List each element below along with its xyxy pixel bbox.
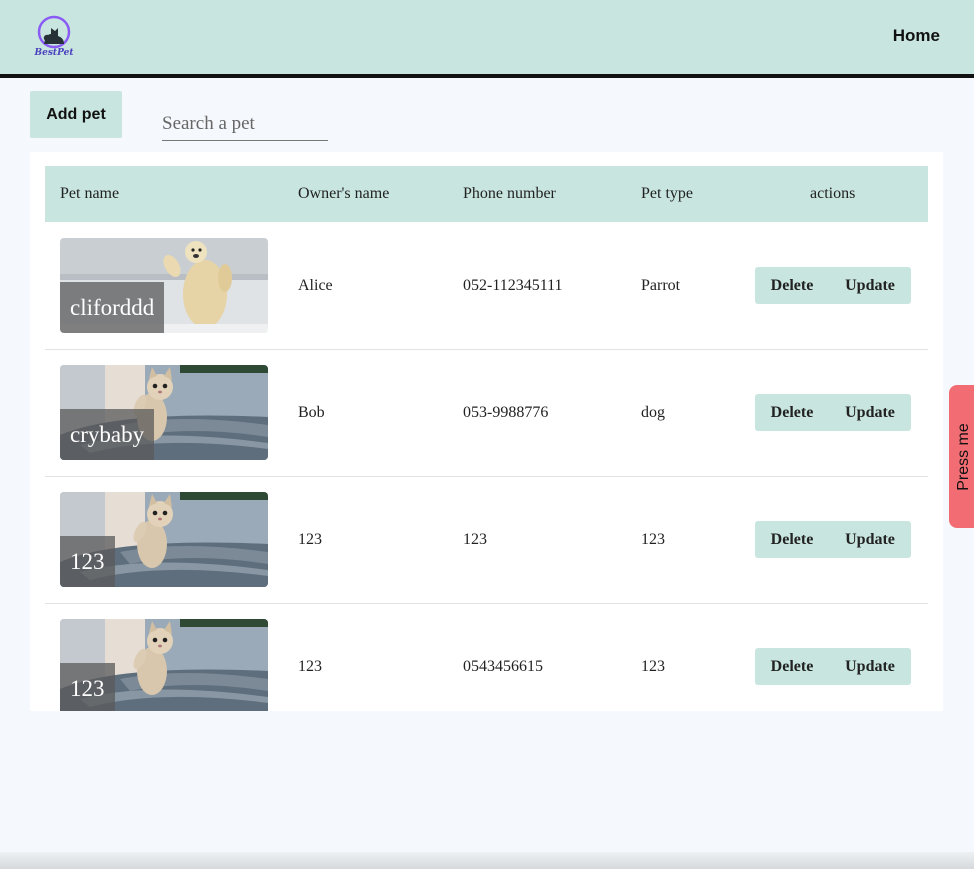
phone-number: 052-112345111	[463, 277, 563, 294]
pet-name-label: 123	[60, 536, 115, 587]
bestpet-logo[interactable]: BestPet	[34, 14, 74, 58]
navbar: BestPet Home	[0, 0, 974, 78]
header-pet-name: Pet name	[60, 185, 120, 202]
delete-button[interactable]: Delete	[755, 521, 829, 558]
bestpet-logo-icon: BestPet	[34, 15, 74, 58]
row-actions: Delete Update	[755, 521, 911, 558]
window-bottom-edge	[0, 852, 974, 869]
pet-type: 123	[641, 531, 665, 548]
update-button[interactable]: Update	[833, 394, 907, 431]
pet-name-label: cliforddd	[60, 282, 165, 333]
pets-table: Pet name Owner's name Phone number Pet t…	[30, 152, 943, 711]
table-row: 123 123 123 123 Delete Update	[45, 476, 928, 604]
pet-name-label: crybaby	[60, 409, 155, 460]
delete-button[interactable]: Delete	[755, 648, 829, 685]
header-actions: actions	[810, 185, 856, 202]
table-header: Pet name Owner's name Phone number Pet t…	[45, 166, 928, 222]
add-pet-button[interactable]: Add pet	[30, 91, 122, 138]
table-row: cliforddd Alice 052-112345111 Parrot Del…	[45, 222, 928, 350]
phone-number: 0543456615	[463, 658, 543, 675]
header-phone-number: Phone number	[463, 185, 556, 202]
home-link[interactable]: Home	[893, 26, 940, 46]
update-button[interactable]: Update	[833, 648, 907, 685]
update-button[interactable]: Update	[833, 267, 907, 304]
owner-name: Alice	[298, 277, 333, 294]
phone-number: 123	[463, 531, 487, 548]
delete-button[interactable]: Delete	[755, 267, 829, 304]
pet-photo: crybaby	[60, 365, 268, 460]
pet-type: 123	[641, 658, 665, 675]
logo-wordmark: BestPet	[34, 48, 74, 58]
header-owner-name: Owner's name	[298, 185, 390, 202]
press-me-label: Press me	[955, 422, 972, 491]
row-actions: Delete Update	[755, 394, 911, 431]
pet-photo: 123	[60, 492, 268, 587]
row-actions: Delete Update	[755, 267, 911, 304]
owner-name: 123	[298, 658, 322, 675]
delete-button[interactable]: Delete	[755, 394, 829, 431]
pet-photo: 123	[60, 619, 268, 711]
table-row: crybaby Bob 053-9988776 dog Delete Updat…	[45, 349, 928, 477]
phone-number: 053-9988776	[463, 404, 549, 421]
header-pet-type: Pet type	[641, 185, 693, 202]
row-actions: Delete Update	[755, 648, 911, 685]
search-pet-input[interactable]	[162, 110, 328, 141]
table-row: 123 123 0543456615 123 Delete Update	[45, 603, 928, 711]
pet-name-label: 123	[60, 663, 115, 711]
update-button[interactable]: Update	[833, 521, 907, 558]
owner-name: Bob	[298, 404, 325, 421]
pet-type: Parrot	[641, 277, 681, 294]
pet-type: dog	[641, 404, 665, 421]
owner-name: 123	[298, 531, 322, 548]
pet-photo: cliforddd	[60, 238, 268, 333]
press-me-side-button[interactable]: Press me	[949, 385, 974, 528]
